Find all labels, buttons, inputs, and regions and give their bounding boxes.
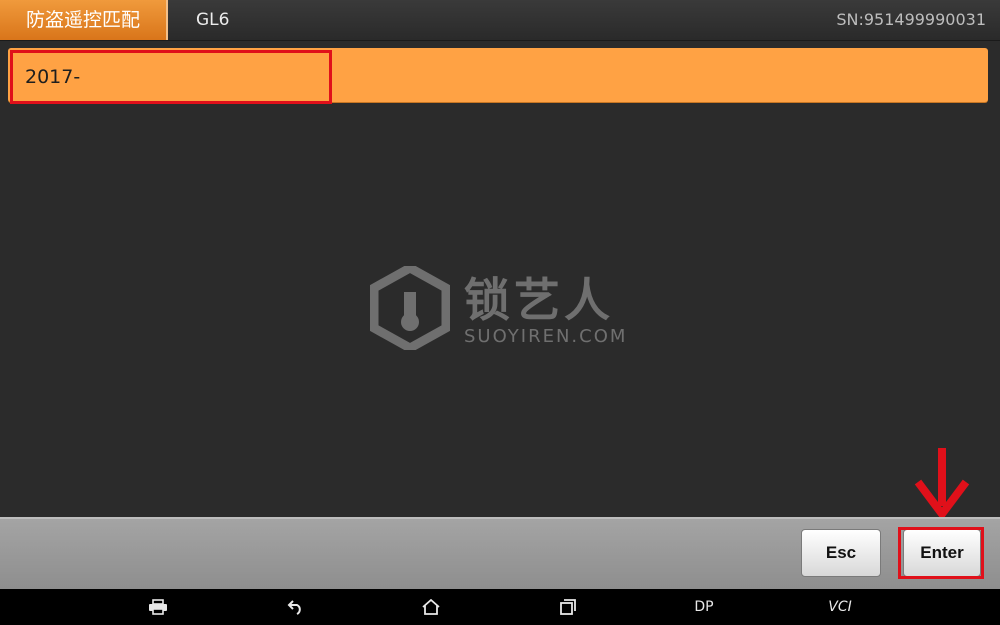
back-icon[interactable] <box>276 589 316 625</box>
vci-button[interactable]: VCI <box>820 589 860 625</box>
esc-button[interactable]: Esc <box>801 529 881 577</box>
vehicle-model: GL6 <box>196 10 230 30</box>
watermark-brand-cn: 锁艺人 <box>464 273 614 327</box>
serial-number: SN:951499990031 <box>836 10 986 29</box>
print-icon[interactable] <box>138 589 178 625</box>
system-nav-bar: DP VCI <box>0 589 1000 625</box>
home-icon[interactable] <box>411 589 451 625</box>
watermark-brand-en: SUOYIREN.COM <box>464 326 628 347</box>
enter-button[interactable]: Enter <box>903 529 981 577</box>
arrow-down-icon <box>914 448 970 521</box>
dp-button[interactable]: DP <box>684 589 724 625</box>
list-item-year[interactable]: 2017- <box>8 48 988 104</box>
top-bar: 防盗遥控匹配 GL6 SN:951499990031 <box>0 0 1000 41</box>
watermark: 锁艺人 SUOYIREN.COM <box>370 262 630 358</box>
list-item-label: 2017- <box>10 50 332 104</box>
watermark-logo-icon <box>370 266 450 350</box>
page-title: 防盗遥控匹配 <box>0 0 168 40</box>
action-bar: Esc Enter <box>0 517 1000 589</box>
recent-apps-icon[interactable] <box>548 589 588 625</box>
